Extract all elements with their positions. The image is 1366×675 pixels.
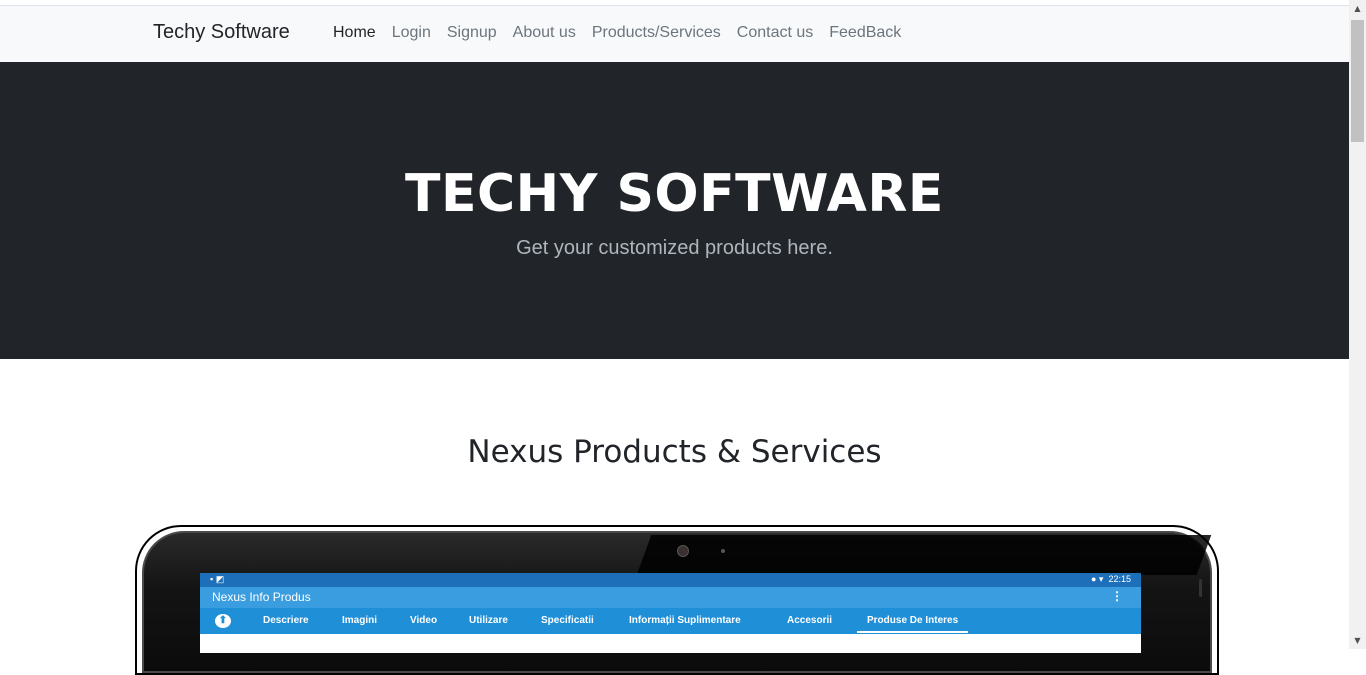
status-bar-icons: ▪ ◩ [210,574,225,584]
navbar-brand[interactable]: Techy Software [153,21,290,44]
hero-banner: TECHY SOFTWARE Get your customized produ… [0,62,1349,359]
status-time: ● ▾ 22:15 [1091,574,1131,584]
nav-link-login[interactable]: Login [392,24,431,42]
nav-link-products-services[interactable]: Products/Services [592,24,721,42]
tablet-camera [677,545,689,557]
app-tab-utilizare: Utilizare [469,615,508,626]
more-vertical-icon: ⋮ [1111,589,1123,603]
app-tab-produse-de-interes: Produse De Interes [856,615,969,633]
section-title: Nexus Products & Services [467,434,882,470]
nav-links: Home Login Signup About us Products/Serv… [333,24,917,42]
nav-link-contact-us[interactable]: Contact us [737,24,813,42]
app-tab-bar: ⬆ Descriere Imagini Video Utilizare Spec… [200,608,1141,634]
app-tab-video: Video [410,615,438,626]
hero-title: TECHY SOFTWARE [405,164,944,224]
hero-subtitle: Get your customized products here. [516,237,833,259]
tablet-glare [636,535,1212,575]
app-title: Nexus Info Produs [212,590,311,604]
app-tab-imagini: Imagini [342,615,378,626]
app-status-bar: ▪ ◩ ● ▾ 22:15 [200,573,1141,587]
arrow-up-circle-icon: ⬆ [215,614,231,628]
product-tablet-image: ▪ ◩ ● ▾ 22:15 Nexus Info Produs ⋮ ⬆ Desc… [135,525,1219,675]
app-bar: Nexus Info Produs ⋮ [200,587,1141,608]
app-tab-informatii: Informații Suplimentare [629,615,741,626]
scroll-down-arrow-icon[interactable]: ▼ [1349,632,1366,649]
tablet-side-button [1199,579,1202,597]
tablet-screen: ▪ ◩ ● ▾ 22:15 Nexus Info Produs ⋮ ⬆ Desc… [200,573,1141,653]
app-tab-descriere: Descriere [263,615,309,626]
nav-link-about-us[interactable]: About us [513,24,576,42]
app-tab-specificatii: Specificatii [541,615,594,626]
page-scrollbar[interactable]: ▲ ▼ [1349,0,1366,649]
scroll-up-arrow-icon[interactable]: ▲ [1349,0,1366,17]
tablet-sensor [721,549,725,553]
nav-link-signup[interactable]: Signup [447,24,497,42]
app-tab-accesorii: Accesorii [787,615,833,626]
scrollbar-thumb[interactable] [1351,20,1364,142]
nav-link-feedback[interactable]: FeedBack [829,24,901,42]
status-time-text: 22:15 [1108,574,1131,584]
nav-link-home[interactable]: Home [333,24,376,42]
navbar: Techy Software Home Login Signup About u… [0,6,1349,62]
